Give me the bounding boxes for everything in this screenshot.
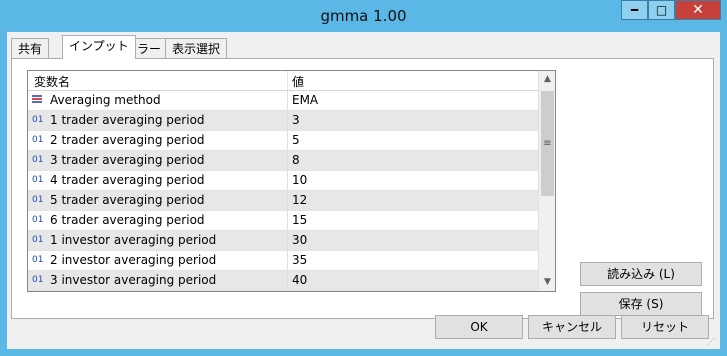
- load-button[interactable]: 読み込み (L): [580, 262, 702, 286]
- table-row[interactable]: 01 3 trader averaging period 8: [28, 151, 538, 171]
- scroll-thumb[interactable]: ≡: [541, 91, 554, 196]
- parameter-value[interactable]: 35: [292, 253, 307, 267]
- maximize-button[interactable]: □: [648, 0, 675, 20]
- scroll-down-icon[interactable]: ▼: [539, 274, 555, 291]
- table-row[interactable]: 01 6 trader averaging period 15: [28, 211, 538, 231]
- int-icon: 01: [32, 215, 44, 225]
- ok-button[interactable]: OK: [435, 315, 523, 339]
- parameter-value[interactable]: 15: [292, 213, 307, 227]
- tab-panel: 変数名 値 Averaging method EMA 01 1 trader aver…: [11, 58, 714, 319]
- cancel-button[interactable]: キャンセル: [528, 315, 616, 339]
- close-button[interactable]: ✕: [675, 0, 721, 20]
- window-title: gmma 1.00: [320, 7, 407, 25]
- grid-header: 変数名 値: [28, 71, 538, 91]
- table-row[interactable]: 01 3 investor averaging period 40: [28, 271, 538, 291]
- table-row[interactable]: 01 2 trader averaging period 5: [28, 131, 538, 151]
- parameter-value[interactable]: 3: [292, 113, 300, 127]
- table-row[interactable]: 01 1 investor averaging period 30: [28, 231, 538, 251]
- parameter-value[interactable]: 40: [292, 273, 307, 287]
- parameter-value[interactable]: 12: [292, 193, 307, 207]
- parameter-name: Averaging method: [50, 93, 161, 107]
- parameter-name: 3 investor averaging period: [50, 273, 217, 287]
- int-icon: 01: [32, 235, 44, 245]
- int-icon: 01: [32, 195, 44, 205]
- vertical-scrollbar[interactable]: ▲ ≡ ▼: [538, 71, 555, 291]
- close-icon: ✕: [692, 2, 704, 18]
- resize-grip-icon[interactable]: ⋰: [707, 337, 715, 346]
- list-icon: [32, 95, 42, 105]
- column-header-value[interactable]: 値: [292, 73, 304, 90]
- int-icon: 01: [32, 135, 44, 145]
- tab-inputs[interactable]: インプット: [62, 35, 136, 59]
- table-row[interactable]: 01 4 trader averaging period 10: [28, 171, 538, 191]
- tab-common[interactable]: 共有: [11, 38, 50, 59]
- int-icon: 01: [32, 155, 44, 165]
- tab-visualization[interactable]: 表示選択: [165, 38, 228, 59]
- table-row[interactable]: 01 2 investor averaging period 35: [28, 251, 538, 271]
- minimize-icon: ━: [630, 3, 639, 17]
- parameter-value[interactable]: 10: [292, 173, 307, 187]
- reset-button[interactable]: リセット: [621, 315, 709, 339]
- scroll-up-icon[interactable]: ▲: [539, 71, 555, 88]
- int-icon: 01: [32, 175, 44, 185]
- save-button[interactable]: 保存 (S): [580, 292, 702, 316]
- table-row[interactable]: 01 1 trader averaging period 3: [28, 111, 538, 131]
- parameter-name: 2 investor averaging period: [50, 253, 217, 267]
- maximize-icon: □: [655, 3, 668, 17]
- parameter-name: 3 trader averaging period: [50, 153, 205, 167]
- parameter-name: 4 trader averaging period: [50, 173, 205, 187]
- parameters-grid[interactable]: 変数名 値 Averaging method EMA 01 1 trader aver…: [27, 70, 556, 292]
- title-bar: gmma 1.00 ━ □ ✕: [0, 0, 727, 32]
- table-row[interactable]: 01 5 trader averaging period 12: [28, 191, 538, 211]
- parameter-name: 2 trader averaging period: [50, 133, 205, 147]
- int-icon: 01: [32, 255, 44, 265]
- parameter-value[interactable]: 5: [292, 133, 300, 147]
- parameter-name: 1 investor averaging period: [50, 233, 217, 247]
- parameter-value[interactable]: 30: [292, 233, 307, 247]
- column-header-name[interactable]: 変数名: [34, 73, 70, 90]
- minimize-button[interactable]: ━: [621, 0, 648, 20]
- parameter-name: 1 trader averaging period: [50, 113, 205, 127]
- parameter-value[interactable]: 8: [292, 153, 300, 167]
- int-icon: 01: [32, 115, 44, 125]
- parameter-value[interactable]: EMA: [292, 93, 318, 107]
- table-row[interactable]: Averaging method EMA: [28, 91, 538, 111]
- dialog-client: 共有 インプット カラー 表示選択 変数名 値 Averaging method…: [7, 32, 720, 349]
- int-icon: 01: [32, 275, 44, 285]
- parameter-name: 6 trader averaging period: [50, 213, 205, 227]
- parameter-name: 5 trader averaging period: [50, 193, 205, 207]
